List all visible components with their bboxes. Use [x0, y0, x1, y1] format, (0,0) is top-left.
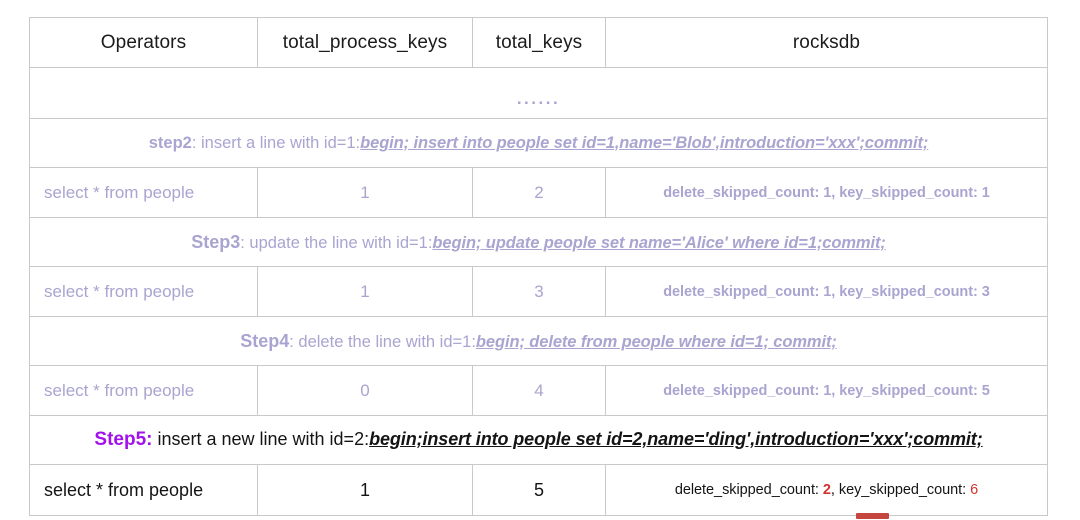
- cell-operator: select * from people: [29, 365, 258, 416]
- cell-rocksdb: delete_skipped_count: 1, key_skipped_cou…: [605, 365, 1048, 416]
- delete-skipped-count-label: delete_skipped_count:: [663, 184, 824, 201]
- step-row-step3: Step3: update the line with id=1:begin; …: [29, 217, 1048, 267]
- step-sql-statement: begin; delete from people where id=1; co…: [475, 332, 837, 351]
- delete-skipped-count-label: delete_skipped_count:: [663, 382, 824, 399]
- step-text: insert a new line with id=2:: [152, 429, 370, 449]
- delete-skipped-count-label: delete_skipped_count:: [663, 283, 824, 300]
- key-skipped-count-label: , key_skipped_count:: [830, 482, 971, 498]
- cell-total-keys: 2: [472, 167, 606, 218]
- delete-skipped-count-label: delete_skipped_count:: [674, 482, 823, 498]
- key-skipped-count-value: 1: [981, 184, 990, 201]
- column-header-rocksdb: rocksdb: [605, 17, 1048, 68]
- column-header-total-process-keys: total_process_keys: [257, 17, 473, 68]
- step-text: : update the line with id=1:: [240, 233, 433, 252]
- cell-total-process-keys: 0: [257, 365, 473, 416]
- table-row: select * from people 1 2 delete_skipped_…: [29, 167, 1048, 218]
- key-skipped-count-value: 5: [981, 382, 990, 399]
- key-skipped-count-label: , key_skipped_count:: [831, 184, 982, 201]
- cell-total-keys: 5: [472, 464, 606, 516]
- step-row-step4: Step4: delete the line with id=1:begin; …: [29, 316, 1048, 366]
- step-description-cell: Step3: update the line with id=1:begin; …: [29, 217, 1048, 267]
- step-row-step2: step2: insert a line with id=1:begin; in…: [29, 118, 1048, 168]
- step-text: : delete the line with id=1:: [289, 332, 476, 351]
- step-sql-statement: begin; insert into people set id=1,name=…: [360, 133, 929, 152]
- table-header-row: Operators total_process_keys total_keys …: [29, 17, 1048, 68]
- table-row: select * from people 1 5 delete_skipped_…: [29, 464, 1048, 516]
- keys-comparison-table: Operators total_process_keys total_keys …: [29, 17, 1048, 516]
- table-row: select * from people 1 3 delete_skipped_…: [29, 266, 1048, 317]
- cell-operator: select * from people: [29, 464, 258, 516]
- step-sql-statement: begin;insert into people set id=2,name='…: [369, 429, 983, 449]
- step-text: : insert a line with id=1:: [191, 133, 361, 152]
- ellipsis-dots: ......: [516, 88, 561, 108]
- column-header-total-keys: total_keys: [472, 17, 606, 68]
- cell-rocksdb: delete_skipped_count: 2, key_skipped_cou…: [605, 464, 1048, 516]
- cell-operator: select * from people: [29, 167, 258, 218]
- step-row-step5: Step5: insert a new line with id=2:begin…: [29, 415, 1048, 465]
- keys-comparison-table-container: Operators total_process_keys total_keys …: [29, 17, 1048, 516]
- step-label: Step4: [240, 330, 290, 351]
- ellipsis-cell: ......: [29, 67, 1048, 119]
- key-skipped-count-value: 3: [981, 283, 990, 300]
- cell-rocksdb: delete_skipped_count: 1, key_skipped_cou…: [605, 167, 1048, 218]
- cell-total-keys: 4: [472, 365, 606, 416]
- cell-rocksdb: delete_skipped_count: 1, key_skipped_cou…: [605, 266, 1048, 317]
- step-label: step2: [148, 133, 192, 152]
- step-label: Step5:: [94, 429, 153, 450]
- column-header-operators: Operators: [29, 17, 258, 68]
- step-sql-statement: begin; update people set name='Alice' wh…: [432, 233, 886, 252]
- cell-total-keys: 3: [472, 266, 606, 317]
- key-skipped-count-label: , key_skipped_count:: [831, 382, 982, 399]
- table-row: select * from people 0 4 delete_skipped_…: [29, 365, 1048, 416]
- cell-total-process-keys: 1: [257, 167, 473, 218]
- table-ellipsis-row: ......: [29, 67, 1048, 119]
- cell-total-process-keys: 1: [257, 266, 473, 317]
- step-description-cell: Step5: insert a new line with id=2:begin…: [29, 415, 1048, 465]
- red-underline-annotation: [856, 513, 889, 519]
- key-skipped-count-label: , key_skipped_count:: [831, 283, 982, 300]
- cell-total-process-keys: 1: [257, 464, 473, 516]
- step-label: Step3: [191, 231, 241, 252]
- step-description-cell: step2: insert a line with id=1:begin; in…: [29, 118, 1048, 168]
- step-description-cell: Step4: delete the line with id=1:begin; …: [29, 316, 1048, 366]
- key-skipped-count-value: 6: [970, 482, 979, 498]
- cell-operator: select * from people: [29, 266, 258, 317]
- delete-skipped-count-value: 2: [822, 482, 831, 498]
